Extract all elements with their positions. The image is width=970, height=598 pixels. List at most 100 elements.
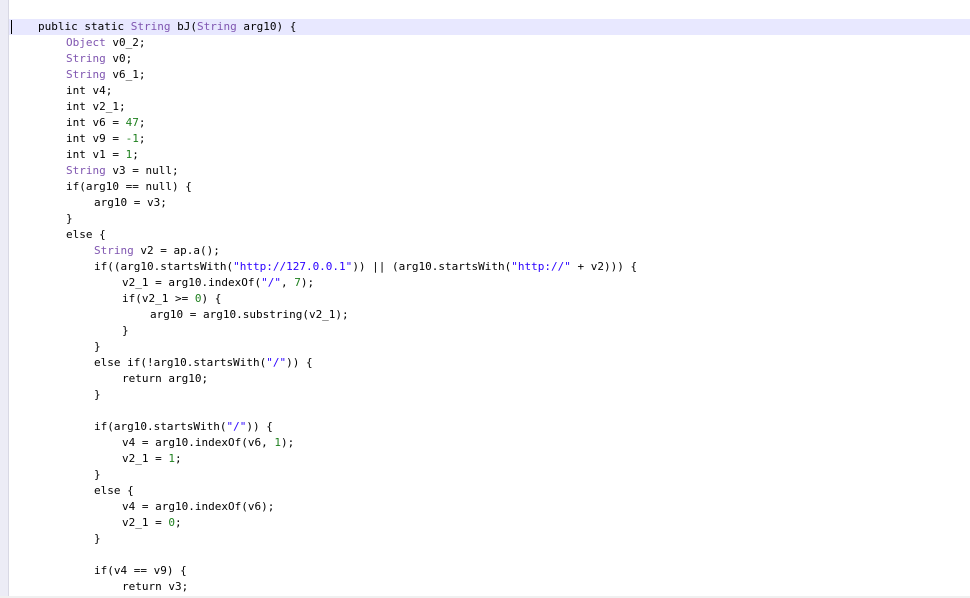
code-line[interactable]: if(arg10.startsWith("/")) {: [10, 419, 970, 435]
code-token: String: [94, 244, 134, 257]
code-token: return: [122, 372, 162, 385]
code-token: String: [66, 68, 106, 81]
code-token: v4;: [85, 84, 113, 97]
code-line[interactable]: String v6_1;: [10, 67, 970, 83]
code-line[interactable]: return v3;: [10, 579, 970, 595]
code-line[interactable]: if(v2_1 >= 0) {: [10, 291, 970, 307]
code-line[interactable]: int v2_1;: [10, 99, 970, 115]
code-token: }: [94, 532, 101, 545]
code-token: )) {: [286, 356, 313, 369]
code-token: -1: [125, 132, 139, 145]
code-token: v2_1;: [85, 100, 126, 113]
code-token: ) {: [171, 180, 192, 193]
code-token: arg10 = v3;: [94, 196, 167, 209]
code-token: else: [94, 484, 121, 497]
code-token: v6_1;: [105, 68, 146, 81]
code-line[interactable]: }: [10, 339, 970, 355]
code-line[interactable]: Object v0_2;: [10, 35, 970, 51]
code-token: }: [94, 340, 101, 353]
code-line[interactable]: v2_1 = arg10.indexOf("/", 7);: [10, 275, 970, 291]
code-token: ;: [138, 132, 146, 145]
code-token: int: [66, 84, 86, 97]
code-line[interactable]: int v6 = 47;: [10, 115, 970, 131]
code-line[interactable]: int v9 = -1;: [10, 131, 970, 147]
code-token: if: [94, 564, 108, 577]
code-line[interactable]: }: [10, 531, 970, 547]
code-line[interactable]: String v0;: [10, 51, 970, 67]
code-token: v2_1 = arg10.indexOf(: [122, 276, 262, 289]
code-token: );: [300, 276, 315, 289]
code-token: bJ(: [170, 20, 197, 33]
code-editor[interactable]: public static String bJ(String arg10) {O…: [10, 19, 970, 595]
code-token: )) {: [246, 420, 273, 433]
code-token: 7: [294, 276, 301, 289]
code-token: }: [66, 212, 73, 225]
code-line[interactable]: [10, 547, 970, 563]
code-token: arg10;: [161, 372, 209, 385]
code-token: String: [130, 20, 171, 33]
code-line[interactable]: }: [10, 323, 970, 339]
code-token: int: [66, 100, 86, 113]
code-token: ;: [174, 516, 182, 529]
code-token: 1: [274, 436, 281, 449]
code-token: ;: [174, 452, 182, 465]
code-line[interactable]: }: [10, 467, 970, 483]
code-line[interactable]: else if(!arg10.startsWith("/")) {: [10, 355, 970, 371]
code-token: v3;: [161, 580, 189, 593]
code-token: v6 =: [85, 116, 126, 129]
code-token: );: [280, 436, 295, 449]
code-token: )) || (arg10.startsWith(: [352, 260, 512, 273]
code-line[interactable]: int v4;: [10, 83, 970, 99]
code-token: v9 =: [85, 132, 126, 145]
code-token: if: [94, 260, 108, 273]
code-token: if: [122, 292, 136, 305]
code-token: {: [120, 484, 134, 497]
code-line[interactable]: else {: [10, 227, 970, 243]
code-line[interactable]: int v1 = 1;: [10, 147, 970, 163]
code-line[interactable]: v4 = arg10.indexOf(v6, 1);: [10, 435, 970, 451]
code-token: int: [66, 116, 86, 129]
code-token: ,: [280, 276, 295, 289]
code-token: (v2_1 >=: [135, 292, 195, 305]
code-line[interactable]: v4 = arg10.indexOf(v6);: [10, 499, 970, 515]
code-line[interactable]: [10, 403, 970, 419]
code-token: v2_1 =: [122, 452, 169, 465]
code-token: else if: [94, 356, 141, 369]
code-token: ;: [172, 164, 179, 177]
code-line[interactable]: arg10 = v3;: [10, 195, 970, 211]
code-token: "/": [226, 420, 247, 433]
code-token: int: [66, 148, 86, 161]
code-line[interactable]: v2_1 = 1;: [10, 451, 970, 467]
code-line[interactable]: arg10 = arg10.substring(v2_1);: [10, 307, 970, 323]
code-line[interactable]: if((arg10.startsWith("http://127.0.0.1")…: [10, 259, 970, 275]
code-token: String: [66, 164, 106, 177]
code-token: null: [145, 180, 172, 193]
code-token: Object: [66, 36, 106, 49]
code-token: return: [122, 580, 162, 593]
code-line[interactable]: if(arg10 == null) {: [10, 179, 970, 195]
code-line[interactable]: else {: [10, 483, 970, 499]
code-token: ) {: [201, 292, 222, 305]
code-token: v4 = arg10.indexOf(v6,: [122, 436, 275, 449]
code-token: + v2))) {: [570, 260, 638, 273]
code-token: public static: [38, 20, 131, 33]
code-line[interactable]: }: [10, 387, 970, 403]
code-token: (!arg10.startsWith(: [140, 356, 267, 369]
code-line[interactable]: if(v4 == v9) {: [10, 563, 970, 579]
code-token: v1 =: [85, 148, 126, 161]
code-line[interactable]: v2_1 = 0;: [10, 515, 970, 531]
code-token: "http://": [511, 260, 571, 273]
code-line[interactable]: String v3 = null;: [10, 163, 970, 179]
code-token: if: [66, 180, 80, 193]
code-token: (arg10 ==: [79, 180, 146, 193]
code-line[interactable]: public static String bJ(String arg10) {: [10, 19, 970, 35]
code-line[interactable]: return arg10;: [10, 371, 970, 387]
code-line[interactable]: String v2 = ap.a();: [10, 243, 970, 259]
code-token: "/": [266, 356, 287, 369]
code-token: ;: [138, 116, 146, 129]
code-token: arg10) {: [236, 20, 297, 33]
code-token: }: [122, 324, 129, 337]
code-token: ;: [132, 148, 139, 161]
code-line[interactable]: }: [10, 211, 970, 227]
code-token: "http://127.0.0.1": [233, 260, 353, 273]
